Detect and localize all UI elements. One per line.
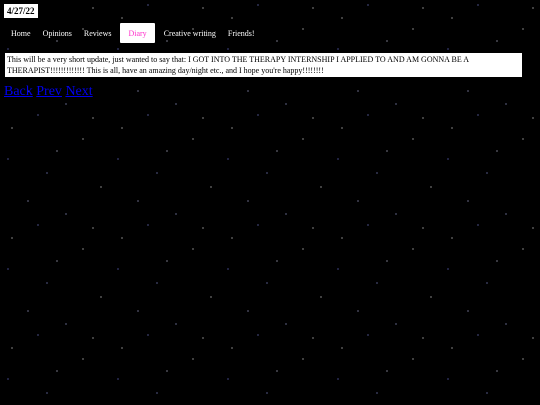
main-nav: Home Opinions Reviews Diary Creative wri…	[5, 23, 261, 43]
next-link[interactable]: Next	[65, 84, 92, 99]
nav-item-opinions[interactable]: Opinions	[37, 23, 78, 43]
nav-item-diary[interactable]: Diary	[120, 23, 155, 43]
nav-item-home[interactable]: Home	[5, 23, 37, 43]
diary-post-body: This will be a very short update, just w…	[4, 52, 523, 78]
nav-item-reviews[interactable]: Reviews	[78, 23, 118, 43]
prev-link[interactable]: Prev	[36, 84, 62, 99]
nav-item-friends[interactable]: Friends!	[222, 23, 261, 43]
post-date: 4/27/22	[3, 3, 39, 19]
pagination: Back Prev Next	[4, 84, 93, 100]
nav-item-creative-writing[interactable]: Creative writing	[158, 23, 222, 43]
back-link[interactable]: Back	[4, 84, 33, 99]
